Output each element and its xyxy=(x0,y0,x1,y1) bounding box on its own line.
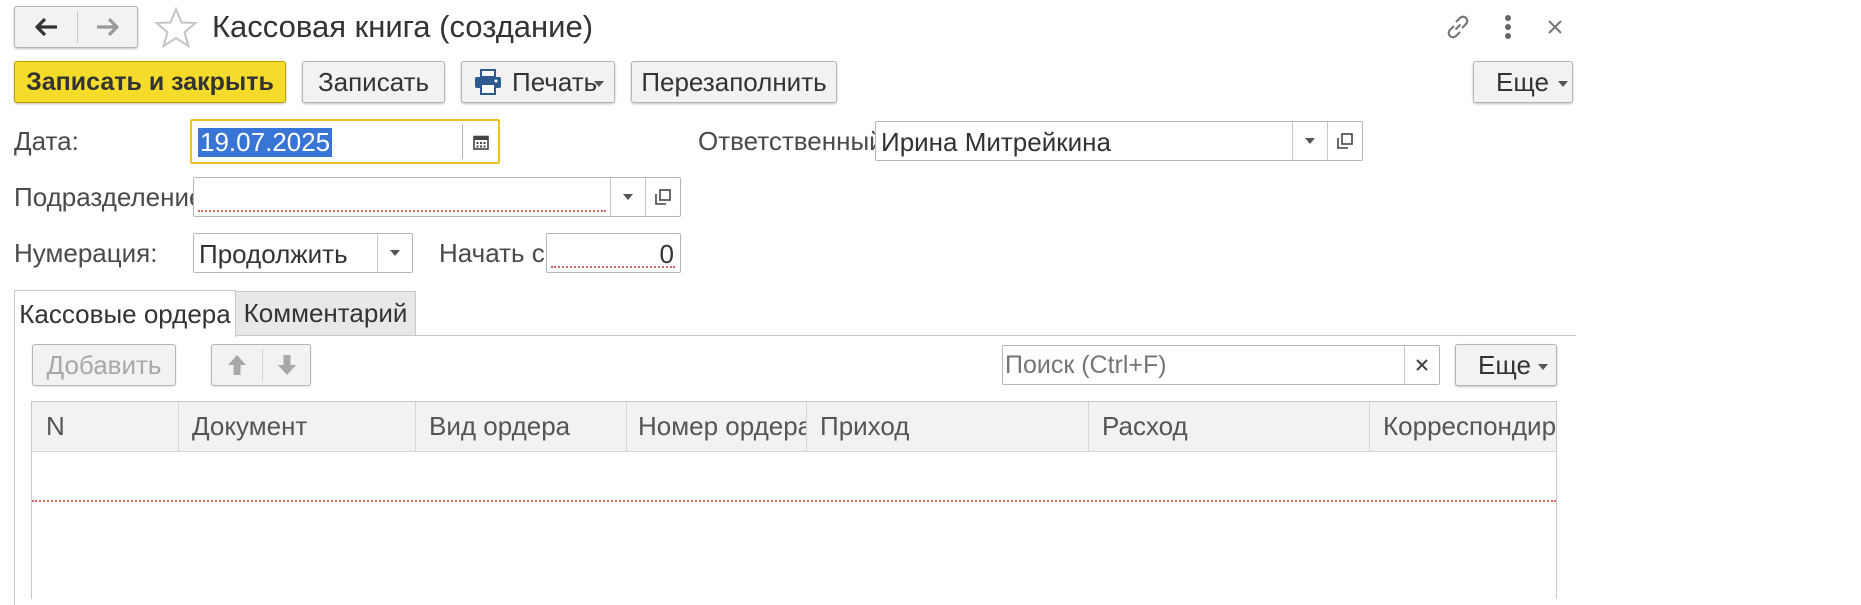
print-button[interactable]: Печать xyxy=(461,61,615,103)
favorite-star-icon[interactable] xyxy=(153,6,199,50)
responsible-label: Ответственный: xyxy=(698,126,891,156)
column-header-order-number[interactable]: Номер ордера xyxy=(626,402,806,451)
column-header-expense[interactable]: Расход xyxy=(1088,402,1369,451)
numbering-select[interactable]: Продолжить xyxy=(193,233,413,273)
column-header-document[interactable]: Документ xyxy=(178,402,415,451)
arrow-left-icon xyxy=(35,17,57,37)
table-more-button[interactable]: Еще xyxy=(1455,344,1557,386)
page-title: Кассовая книга (создание) xyxy=(212,9,594,44)
arrow-up-icon xyxy=(228,355,246,375)
numbering-label: Нумерация: xyxy=(14,238,158,268)
column-header-n[interactable]: N xyxy=(32,402,178,451)
column-header-order-type[interactable]: Вид ордера xyxy=(415,402,626,451)
move-up-button[interactable] xyxy=(212,345,262,385)
division-dropdown-button[interactable] xyxy=(611,178,645,216)
more-vertical-icon[interactable] xyxy=(1494,10,1522,44)
responsible-dropdown-button[interactable] xyxy=(1293,122,1327,160)
link-icon[interactable] xyxy=(1440,10,1476,44)
content-left-border xyxy=(14,335,15,605)
responsible-value: Ирина Митрейкина xyxy=(881,127,1111,157)
responsible-field[interactable]: Ирина Митрейкина xyxy=(875,121,1363,161)
start-label: Начать с: xyxy=(439,238,553,268)
more-button[interactable]: Еще xyxy=(1473,61,1573,103)
arrow-right-icon xyxy=(97,17,119,37)
dropdown-arrow-icon xyxy=(1558,81,1568,87)
required-underline xyxy=(198,210,606,212)
required-table-underline xyxy=(32,500,1556,502)
forward-button[interactable] xyxy=(78,7,138,47)
column-header-income[interactable]: Приход xyxy=(806,402,1088,451)
required-underline xyxy=(551,266,675,268)
close-icon[interactable] xyxy=(1540,10,1570,44)
clear-icon xyxy=(1416,359,1428,371)
print-label: Печать xyxy=(512,66,598,97)
open-form-icon xyxy=(655,189,671,205)
start-number-field[interactable]: 0 xyxy=(546,233,681,273)
search-input[interactable] xyxy=(1005,348,1401,382)
refill-button[interactable]: Перезаполнить xyxy=(631,61,837,103)
dropdown-arrow-icon xyxy=(623,194,633,200)
numbering-value: Продолжить xyxy=(199,239,348,269)
move-down-button[interactable] xyxy=(263,345,311,385)
column-header-correspondent[interactable]: Корреспондирук xyxy=(1369,402,1556,451)
dropdown-arrow-icon xyxy=(390,250,400,256)
more-label: Еще xyxy=(1496,66,1549,97)
save-and-close-button[interactable]: Записать и закрыть xyxy=(14,61,286,103)
printer-icon xyxy=(475,69,501,95)
calendar-icon xyxy=(473,135,489,150)
arrow-down-icon xyxy=(278,355,296,375)
division-open-button[interactable] xyxy=(646,178,680,216)
division-label: Подразделение: xyxy=(14,182,211,212)
dropdown-arrow-icon xyxy=(1538,364,1548,370)
add-row-button[interactable]: Добавить xyxy=(32,344,176,386)
date-value: 19.07.2025 xyxy=(198,127,333,157)
tabs-baseline xyxy=(236,335,1576,336)
search-field xyxy=(1002,345,1440,385)
dropdown-arrow-icon xyxy=(1305,138,1315,144)
search-clear-button[interactable] xyxy=(1405,346,1439,384)
back-button[interactable] xyxy=(15,7,77,47)
calendar-button[interactable] xyxy=(463,121,499,162)
dropdown-arrow-icon xyxy=(594,81,604,87)
move-button-group xyxy=(211,344,311,386)
date-label: Дата: xyxy=(14,126,79,156)
table-more-label: Еще xyxy=(1478,349,1531,380)
nav-button-group xyxy=(14,6,138,48)
open-form-icon xyxy=(1337,133,1353,149)
responsible-open-button[interactable] xyxy=(1328,122,1362,160)
table-header: N Документ Вид ордера Номер ордера Прихо… xyxy=(32,402,1556,452)
tab-comment[interactable]: Комментарий xyxy=(236,291,416,335)
date-field[interactable]: 19.07.2025 xyxy=(190,119,500,164)
division-field[interactable] xyxy=(193,177,681,217)
numbering-dropdown-button[interactable] xyxy=(378,234,412,272)
orders-table: N Документ Вид ордера Номер ордера Прихо… xyxy=(31,401,1557,599)
tab-cash-orders[interactable]: Кассовые ордера xyxy=(14,290,236,337)
save-button[interactable]: Записать xyxy=(302,61,445,103)
